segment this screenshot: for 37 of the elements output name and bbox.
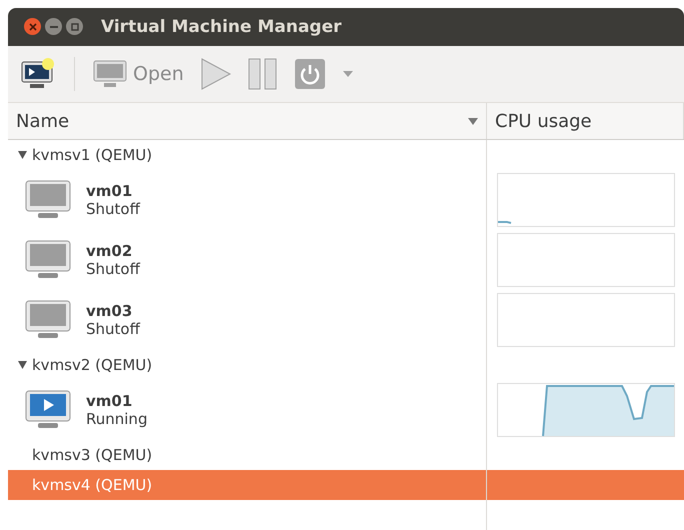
host-row[interactable]: kvmsv2 (QEMU) — [8, 350, 684, 380]
running-monitor-icon — [24, 388, 72, 431]
caret-icon — [342, 70, 354, 78]
minimize-button[interactable] — [45, 18, 62, 36]
vm-status: Shutoff — [86, 320, 140, 338]
column-header[interactable]: CPU usage — [487, 103, 684, 139]
window-title: Virtual Machine Manager — [101, 16, 342, 37]
expander-icon[interactable] — [18, 360, 26, 369]
vm-status: Running — [86, 410, 148, 428]
vm-name: vm02 — [86, 242, 134, 260]
close-button[interactable] — [24, 18, 41, 36]
monitor-icon — [24, 238, 72, 281]
vm-status: Shutoff — [86, 200, 140, 218]
vm-row[interactable]: vm01 Running — [8, 380, 684, 440]
column-header[interactable]: Name — [8, 103, 487, 139]
expander-icon[interactable] — [18, 150, 26, 159]
vm-status: Shutoff — [86, 260, 140, 278]
vm-name: vm01 — [86, 392, 134, 410]
sort-icon — [468, 118, 478, 125]
vm-row[interactable]: vm01 Shutoff — [8, 170, 684, 230]
close-icon — [28, 22, 36, 31]
monitor-icon — [24, 298, 72, 341]
host-row[interactable]: kvmsv1 (QEMU) — [8, 140, 684, 170]
host-name: kvmsv4 (QEMU) — [32, 476, 152, 494]
monitor-star-icon — [20, 58, 56, 90]
maximize-button[interactable] — [66, 18, 83, 36]
vm-row[interactable]: vm02 Shutoff — [8, 230, 684, 290]
host-name: kvmsv2 (QEMU) — [32, 356, 152, 374]
monitor-icon — [93, 58, 127, 89]
vm-row[interactable]: vm03 Shutoff — [8, 290, 684, 350]
vm-name: vm03 — [86, 302, 134, 320]
host-name: kvmsv1 (QEMU) — [32, 146, 152, 164]
vm-name: vm01 — [86, 182, 134, 200]
host-name: kvmsv3 (QEMU) — [32, 446, 152, 464]
maximize-icon — [70, 22, 78, 31]
minimize-icon — [50, 26, 58, 28]
monitor-icon — [24, 178, 72, 221]
